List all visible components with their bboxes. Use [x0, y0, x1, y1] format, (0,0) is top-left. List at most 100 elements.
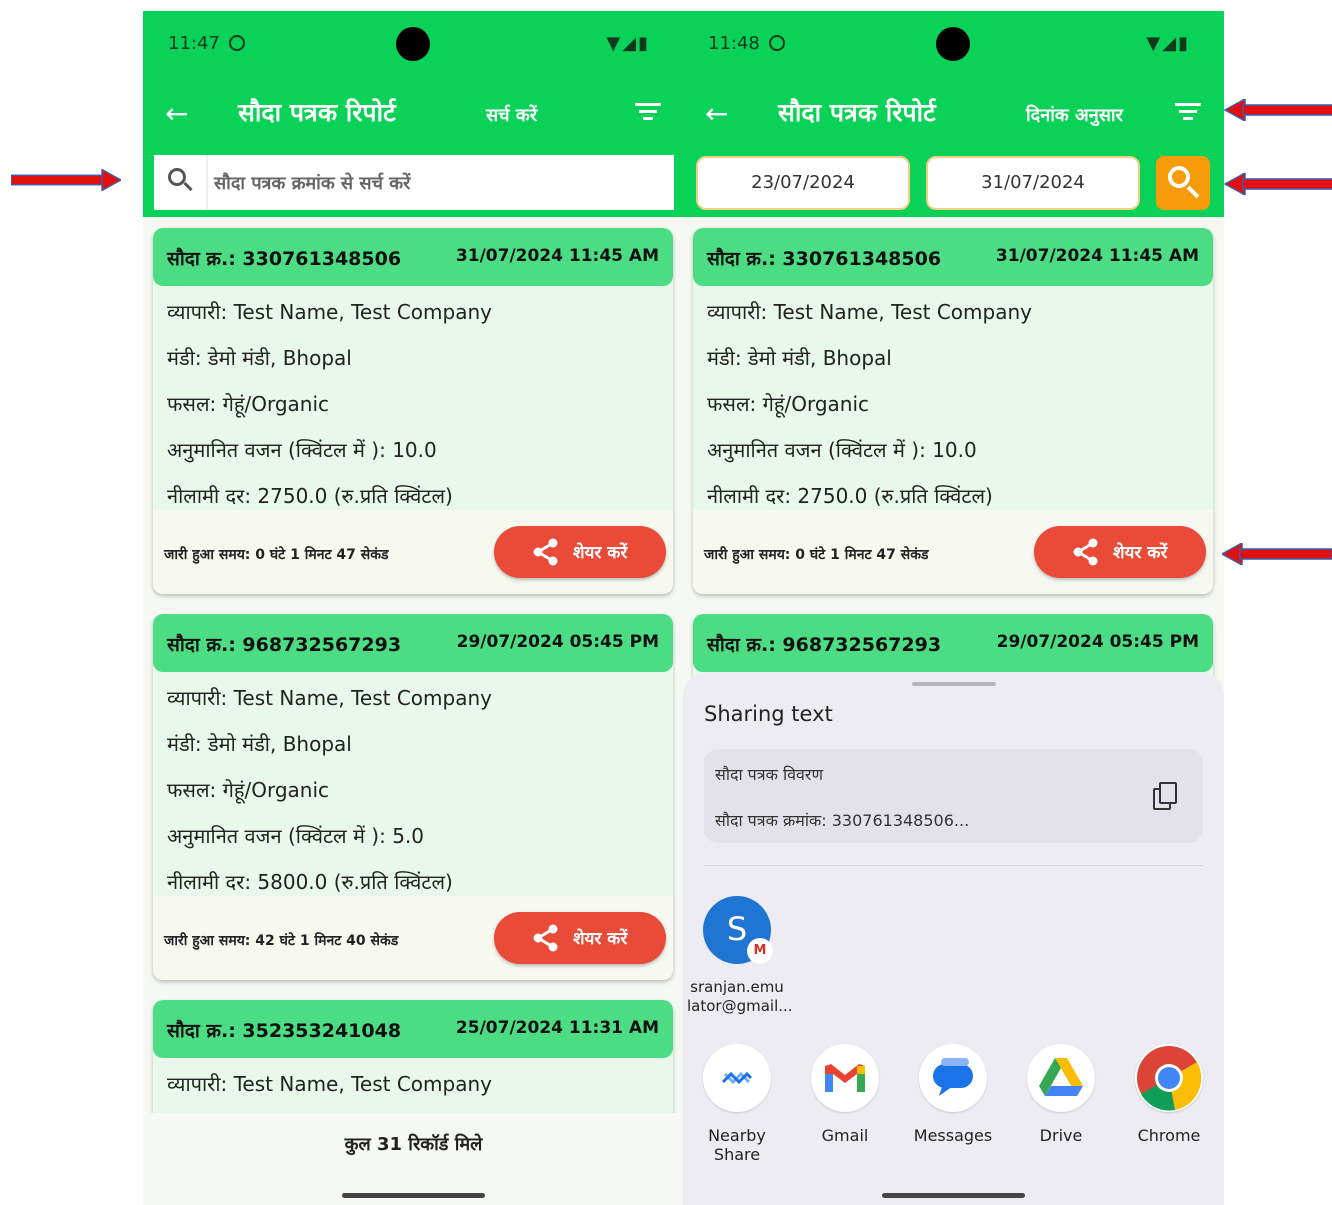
share-button[interactable]: शेयर करें	[494, 912, 666, 964]
card-header: सौदा क्र.: 352353241048 25/07/2024 11:31…	[153, 1000, 673, 1058]
nearby-share-icon	[703, 1044, 771, 1112]
elapsed-time: जारी हुआ समय: 42 घंटे 1 मिनट 40 सेकंड	[164, 933, 399, 949]
sauda-card: सौदा क्र.: 330761348506 31/07/2024 11:45…	[693, 228, 1213, 594]
crop-line: फसल: गेहूं/Organic	[167, 392, 330, 416]
date-mode-button[interactable]: दिनांक अनुसार	[1026, 103, 1123, 127]
annotation-arrow-left	[1224, 99, 1332, 121]
crop-line: फसल: गेहूं/Organic	[167, 778, 330, 802]
sauda-number: सौदा क्र.: 352353241048	[167, 1020, 402, 1042]
filter-icon[interactable]	[635, 101, 661, 123]
elapsed-time: जारी हुआ समय: 0 घंटे 1 मिनट 47 सेकंड	[164, 547, 389, 563]
contact-name-line1: sranjan.emu	[690, 978, 784, 996]
card-footer: जारी हुआ समय: 42 घंटे 1 मिनट 40 सेकंड शे…	[153, 896, 673, 980]
card-header: सौदा क्र.: 968732567293 29/07/2024 05:45…	[153, 614, 673, 672]
divider	[206, 155, 208, 210]
drive-icon	[1027, 1044, 1095, 1112]
gmail-icon	[811, 1044, 879, 1112]
sauda-date: 31/07/2024 11:45 AM	[455, 246, 659, 266]
app-label: Messages	[913, 1126, 993, 1145]
share-icon	[533, 538, 558, 566]
rate-line: नीलामी दर: 5800.0 (रु.प्रति क्विंटल)	[167, 870, 453, 894]
date-search-button[interactable]	[1156, 156, 1210, 210]
share-preview: सौदा पत्रक विवरण सौदा पत्रक क्रमांक: 330…	[704, 749, 1203, 843]
page-title: सौदा पत्रक रिपोर्ट	[778, 98, 936, 127]
sheet-drag-handle[interactable]	[912, 682, 996, 686]
camera-cutout	[936, 27, 970, 61]
share-icon	[533, 924, 558, 952]
divider	[704, 865, 1203, 866]
sauda-number: सौदा क्र.: 330761348506	[167, 248, 402, 270]
signal-battery-icons: ▼◢▮	[1146, 33, 1190, 54]
search-mode-button[interactable]: सर्च करें	[486, 103, 537, 127]
total-records: कुल 31 रिकॉर्ड मिले	[143, 1113, 684, 1183]
sauda-number: सौदा क्र.: 968732567293	[167, 634, 402, 656]
copy-icon[interactable]	[1153, 782, 1179, 810]
annotation-arrow-left	[1222, 543, 1332, 565]
share-button[interactable]: शेयर करें	[1034, 526, 1206, 578]
card-footer: जारी हुआ समय: 0 घंटे 1 मिनट 47 सेकंड शेय…	[153, 510, 673, 594]
signal-battery-icons: ▼◢▮	[606, 33, 650, 54]
sauda-date: 29/07/2024 05:45 PM	[456, 632, 659, 652]
rate-line: नीलामी दर: 2750.0 (रु.प्रति क्विंटल)	[707, 484, 993, 508]
trader-line: व्यापारी: Test Name, Test Company	[707, 300, 1032, 324]
search-icon	[168, 168, 194, 196]
app-label: Nearby Share	[708, 1126, 766, 1164]
rate-line: नीलामी दर: 2750.0 (रु.प्रति क्विंटल)	[167, 484, 453, 508]
contact-name: sranjan.emu lator@gmail...	[687, 978, 793, 1016]
sauda-number: सौदा क्र.: 330761348506	[707, 248, 942, 270]
filter-icon[interactable]	[1175, 101, 1201, 123]
home-indicator[interactable]	[342, 1193, 485, 1198]
camera-cutout	[396, 27, 430, 61]
mandi-line: मंडी: डेमो मंडी, Bhopal	[167, 346, 352, 370]
card-header: सौदा क्र.: 330761348506 31/07/2024 11:45…	[693, 228, 1213, 286]
weight-line: अनुमानित वजन (क्विंटल में ): 10.0	[167, 438, 437, 462]
card-header: सौदा क्र.: 330761348506 31/07/2024 11:45…	[153, 228, 673, 286]
back-arrow-icon[interactable]: ←	[705, 97, 728, 130]
contact-name-line2: lator@gmail...	[687, 997, 793, 1015]
app-bar: 11:47 ▼◢▮ ← सौदा पत्रक रिपोर्ट सर्च करें…	[143, 11, 684, 217]
home-indicator[interactable]	[882, 1193, 1025, 1198]
app-label: Gmail	[821, 1126, 869, 1145]
sync-status-icon	[229, 35, 245, 51]
sync-status-icon	[769, 35, 785, 51]
sauda-date: 31/07/2024 11:45 AM	[995, 246, 1199, 266]
trader-line: व्यापारी: Test Name, Test Company	[167, 1072, 492, 1096]
weight-line: अनुमानित वजन (क्विंटल में ): 10.0	[707, 438, 977, 462]
share-sheet-title: Sharing text	[704, 702, 833, 726]
sauda-card: सौदा क्र.: 968732567293 29/07/2024 05:45…	[153, 614, 673, 980]
from-date-field[interactable]: 23/07/2024	[696, 156, 910, 210]
trader-line: व्यापारी: Test Name, Test Company	[167, 686, 492, 710]
annotation-arrow-right	[11, 169, 121, 191]
app-label: Drive	[1039, 1126, 1083, 1145]
sauda-number: सौदा क्र.: 968732567293	[707, 634, 942, 656]
weight-line: अनुमानित वजन (क्विंटल में ): 5.0	[167, 824, 424, 848]
status-time: 11:47	[168, 33, 220, 54]
search-placeholder: सौदा पत्रक क्रमांक से सर्च करें	[214, 173, 411, 194]
sauda-date: 29/07/2024 05:45 PM	[996, 632, 1199, 652]
page-title: सौदा पत्रक रिपोर्ट	[238, 98, 396, 127]
share-label: शेयर करें	[1113, 543, 1168, 563]
to-date-field[interactable]: 31/07/2024	[926, 156, 1140, 210]
right-screen: 11:48 ▼◢▮ ← सौदा पत्रक रिपोर्ट दिनांक अन…	[683, 11, 1224, 1205]
annotation-arrow-left	[1224, 173, 1332, 195]
status-time: 11:48	[708, 33, 760, 54]
mandi-line: मंडी: डेमो मंडी, Bhopal	[167, 732, 352, 756]
share-sheet: Sharing text सौदा पत्रक विवरण सौदा पत्रक…	[683, 672, 1224, 1205]
mandi-line: मंडी: डेमो मंडी, Bhopal	[707, 346, 892, 370]
sauda-date: 25/07/2024 11:31 AM	[455, 1018, 659, 1038]
sauda-card: सौदा क्र.: 330761348506 31/07/2024 11:45…	[153, 228, 673, 594]
card-header: सौदा क्र.: 968732567293 29/07/2024 05:45…	[693, 614, 1213, 672]
gmail-badge-icon: M	[747, 938, 773, 964]
card-footer: जारी हुआ समय: 0 घंटे 1 मिनट 47 सेकंड शेय…	[693, 510, 1213, 594]
elapsed-time: जारी हुआ समय: 0 घंटे 1 मिनट 47 सेकंड	[704, 547, 929, 563]
share-icon	[1073, 538, 1098, 566]
share-label: शेयर करें	[573, 543, 628, 563]
trader-line: व्यापारी: Test Name, Test Company	[167, 300, 492, 324]
preview-heading: सौदा पत्रक विवरण	[715, 765, 824, 784]
back-arrow-icon[interactable]: ←	[165, 97, 188, 130]
app-label: Chrome	[1137, 1126, 1201, 1145]
search-input[interactable]: सौदा पत्रक क्रमांक से सर्च करें	[154, 155, 674, 210]
share-button[interactable]: शेयर करें	[494, 526, 666, 578]
share-label: शेयर करें	[573, 929, 628, 949]
messages-icon	[919, 1044, 987, 1112]
